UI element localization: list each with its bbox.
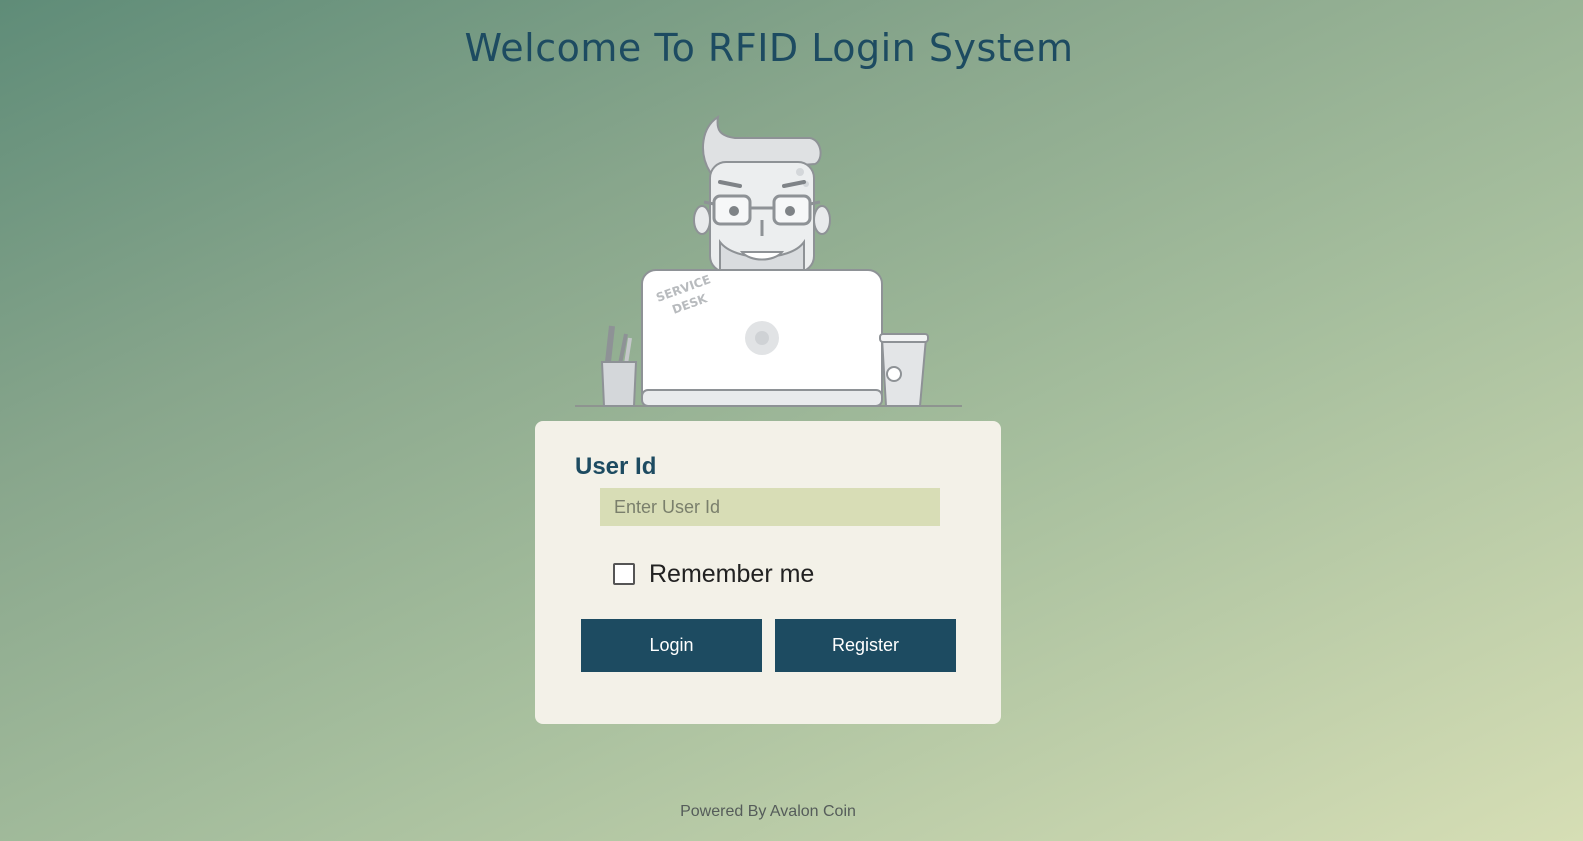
login-button[interactable]: Login: [581, 619, 762, 672]
register-button[interactable]: Register: [775, 619, 956, 672]
page-title: Welcome To RFID Login System: [464, 26, 1074, 70]
service-desk-person-icon: SERVICE DESK: [575, 114, 962, 407]
user-id-label: User Id: [575, 453, 657, 480]
login-card: User Id Remember me Login Register: [535, 421, 1001, 724]
remember-me-checkbox[interactable]: [613, 563, 635, 585]
user-id-input[interactable]: [600, 488, 940, 526]
remember-me-label[interactable]: Remember me: [649, 560, 814, 589]
service-desk-illustration: SERVICE DESK: [570, 112, 970, 412]
footer-credit: Powered By Avalon Coin: [680, 803, 856, 820]
remember-me-row[interactable]: Remember me: [613, 559, 814, 589]
